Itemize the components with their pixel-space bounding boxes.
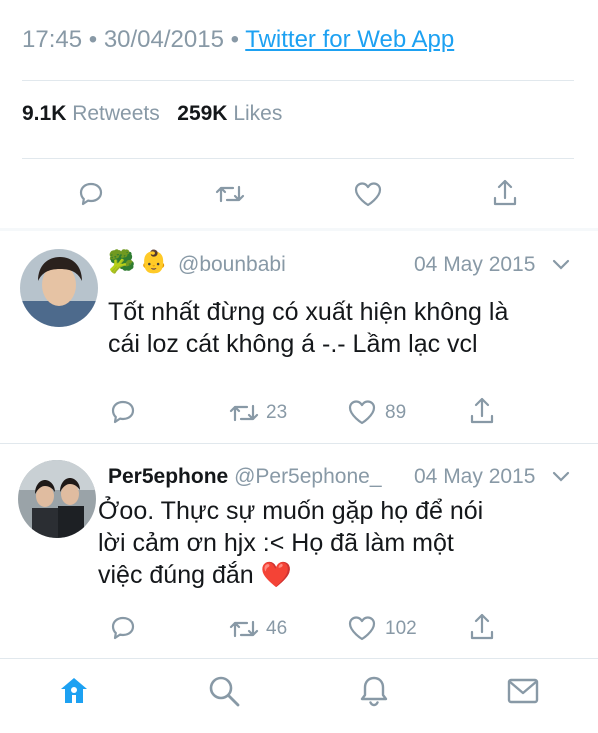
section-separator bbox=[0, 228, 598, 231]
share-icon[interactable] bbox=[468, 612, 496, 642]
likes-count[interactable]: 259K bbox=[177, 102, 227, 125]
heart-emoji-icon: ❤️ bbox=[260, 561, 292, 589]
avatar[interactable] bbox=[18, 460, 96, 538]
like-icon[interactable] bbox=[347, 614, 377, 642]
chevron-down-icon[interactable] bbox=[552, 470, 570, 488]
avatar[interactable] bbox=[20, 249, 98, 327]
reply-text-line: Ởoo. Thực sự muốn gặp họ để nói bbox=[98, 497, 484, 525]
share-icon[interactable] bbox=[491, 178, 519, 208]
likes-label[interactable]: Likes bbox=[233, 102, 282, 125]
tweet-meta: 17:45 • 30/04/2015 • Twitter for Web App bbox=[22, 26, 454, 54]
baby-emoji-icon: 👶 bbox=[140, 249, 168, 274]
reply-date: 04 May 2015 bbox=[414, 465, 536, 488]
home-icon[interactable] bbox=[58, 675, 90, 707]
meta-separator: • bbox=[230, 26, 240, 53]
reply-author[interactable]: @bounbabi bbox=[178, 253, 286, 277]
reply-text-line: việc đúng đắn ❤️ bbox=[98, 559, 568, 591]
reply-name[interactable]: Per5ephone bbox=[108, 465, 228, 488]
broccoli-emoji-icon: 🥦 bbox=[108, 249, 136, 274]
like-icon[interactable] bbox=[353, 180, 383, 208]
reply-author[interactable]: Per5ephone @Per5ephone_ bbox=[108, 465, 382, 489]
reply-text-line: Tốt nhất đừng có xuất hiện không là bbox=[108, 298, 509, 326]
like-icon[interactable] bbox=[347, 398, 377, 426]
reply-text: Tốt nhất đừng có xuất hiện không là cái … bbox=[108, 296, 578, 360]
tweet-date: 30/04/2015 bbox=[103, 26, 224, 53]
reply-handle[interactable]: @Per5ephone_ bbox=[234, 465, 381, 488]
divider bbox=[0, 443, 598, 444]
share-icon[interactable] bbox=[468, 396, 496, 426]
meta-separator: • bbox=[88, 26, 98, 53]
reply-handle[interactable]: @bounbabi bbox=[178, 253, 286, 276]
like-count: 89 bbox=[385, 402, 407, 423]
tweet-stats: 9.1K Retweets 259K Likes bbox=[22, 102, 282, 126]
reply-icon[interactable] bbox=[109, 614, 137, 642]
retweet-count: 23 bbox=[266, 402, 288, 423]
reply-icon[interactable] bbox=[109, 398, 137, 426]
tweet-source-link[interactable]: Twitter for Web App bbox=[245, 26, 454, 53]
retweet-count: 46 bbox=[266, 618, 288, 639]
notifications-icon[interactable] bbox=[358, 674, 390, 708]
retweets-label[interactable]: Retweets bbox=[72, 102, 160, 125]
divider bbox=[22, 80, 574, 81]
reply-text-line: lời cảm ơn hjx :< Họ đã làm một bbox=[98, 529, 454, 557]
reply-icon[interactable] bbox=[77, 180, 105, 208]
divider bbox=[0, 658, 598, 659]
messages-icon[interactable] bbox=[506, 676, 540, 706]
retweet-icon[interactable] bbox=[228, 400, 260, 426]
chevron-down-icon[interactable] bbox=[552, 258, 570, 276]
reply-text: Ởoo. Thực sự muốn gặp họ để nói lời cảm … bbox=[98, 495, 568, 591]
reply-text-line: việc đúng đắn bbox=[98, 561, 254, 589]
like-count: 102 bbox=[385, 618, 417, 639]
reply-text-line: cái loz cát không á -.- Lầm lạc vcl bbox=[108, 330, 478, 358]
tweet-time: 17:45 bbox=[22, 26, 83, 53]
retweet-icon[interactable] bbox=[214, 181, 246, 207]
retweet-icon[interactable] bbox=[228, 616, 260, 642]
divider bbox=[22, 158, 574, 159]
search-icon[interactable] bbox=[207, 674, 241, 708]
reply-date: 04 May 2015 bbox=[414, 253, 536, 276]
retweets-count[interactable]: 9.1K bbox=[22, 102, 66, 125]
